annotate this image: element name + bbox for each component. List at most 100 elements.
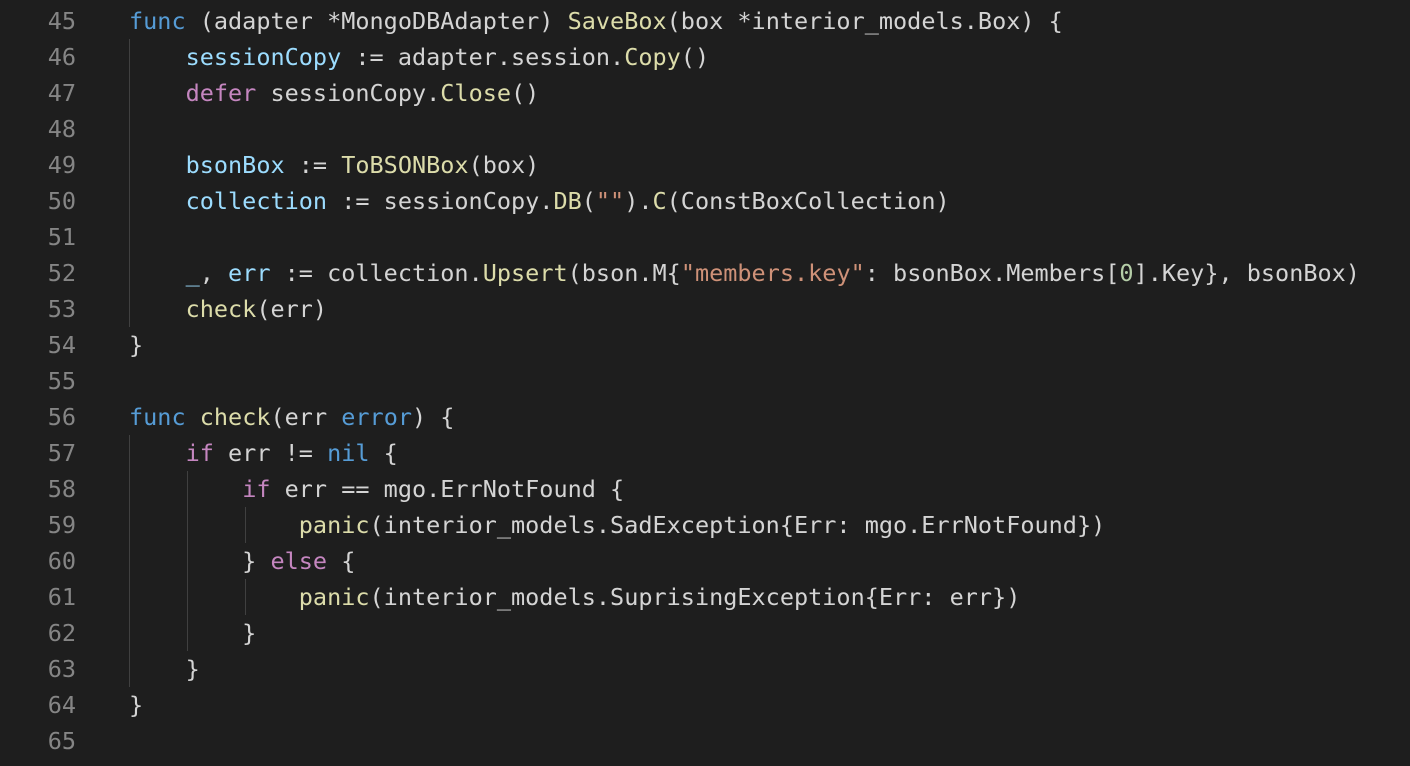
code-token: else [270, 547, 328, 575]
code-token: bsonBox [185, 151, 285, 179]
code-token: SaveBox [567, 7, 667, 35]
code-token: (box) [468, 151, 540, 179]
code-token: } [129, 547, 271, 575]
code-token: Copy [624, 43, 681, 71]
code-token: defer [185, 79, 257, 107]
code-token: (ConstBoxCollection) [666, 187, 950, 215]
code-line[interactable]: 55 [0, 363, 1410, 399]
code-line[interactable]: 51 [0, 219, 1410, 255]
line-number: 52 [47, 259, 76, 287]
line-number: 55 [47, 367, 76, 395]
line-number: 60 [47, 547, 76, 575]
code-text: } else { [129, 543, 355, 579]
code-line[interactable]: 52 _, err := collection.Upsert(bson.M{"m… [0, 255, 1410, 291]
code-token: (err [270, 403, 342, 431]
code-line[interactable]: 46 sessionCopy := adapter.session.Copy() [0, 39, 1410, 75]
code-token: (interior_models.SuprisingException{Err:… [369, 583, 1021, 611]
code-token: 0 [1119, 259, 1134, 287]
code-token: (interior_models.SadException{Err: mgo.E… [369, 511, 1106, 539]
code-token: := [284, 151, 342, 179]
code-text: collection := sessionCopy.DB("").C(Const… [129, 183, 950, 219]
code-token: ToBSONBox [341, 151, 469, 179]
code-token: ].Key}, bsonBox) [1133, 259, 1360, 287]
code-token: nil [327, 439, 370, 467]
code-text: sessionCopy := adapter.session.Copy() [129, 39, 710, 75]
code-line[interactable]: 45 func (adapter *MongoDBAdapter) SaveBox… [0, 3, 1410, 39]
line-number: 50 [47, 187, 76, 215]
code-line[interactable]: 65 [0, 723, 1410, 759]
line-number: 62 [47, 619, 76, 647]
code-token: } [129, 655, 200, 683]
code-line[interactable]: 59 panic(interior_models.SadException{Er… [0, 507, 1410, 543]
code-line[interactable]: 47 defer sessionCopy.Close() [0, 75, 1410, 111]
code-line[interactable]: 63 } [0, 651, 1410, 687]
code-token: : bsonBox.Members[ [864, 259, 1120, 287]
code-token: if [242, 475, 271, 503]
code-token: (adapter *MongoDBAdapter) [185, 7, 568, 35]
line-number: 61 [47, 583, 76, 611]
code-line[interactable]: 49 bsonBox := ToBSONBox(box) [0, 147, 1410, 183]
code-line[interactable]: 50 collection := sessionCopy.DB("").C(Co… [0, 183, 1410, 219]
line-number: 45 [47, 7, 76, 35]
code-token: err == mgo.ErrNotFound { [270, 475, 625, 503]
code-text: } [129, 687, 143, 723]
code-text: func check(err error) { [129, 399, 454, 435]
code-token: () [680, 43, 710, 71]
code-line[interactable]: 60 } else { [0, 543, 1410, 579]
line-number: 63 [47, 655, 76, 683]
code-token: DB [553, 187, 582, 215]
code-token: := sessionCopy. [327, 187, 554, 215]
code-token: func [129, 403, 186, 431]
code-token: (box *interior_models.Box) { [666, 7, 1063, 35]
line-number: 49 [47, 151, 76, 179]
code-token: , [199, 259, 229, 287]
code-token: (bson.M{ [567, 259, 681, 287]
line-number: 58 [47, 475, 76, 503]
code-text: } [129, 615, 256, 651]
code-line[interactable]: 54} [0, 327, 1410, 363]
code-token: _ [185, 259, 200, 287]
code-text: bsonBox := ToBSONBox(box) [129, 147, 540, 183]
code-text: check(err) [129, 291, 328, 327]
code-text: } [129, 651, 200, 687]
code-token: collection [185, 187, 328, 215]
line-number: 47 [47, 79, 76, 107]
code-token: ( [581, 187, 596, 215]
code-line[interactable]: 56 func check(err error) { [0, 399, 1410, 435]
code-editor[interactable]: 45 func (adapter *MongoDBAdapter) SaveBox… [0, 0, 1410, 766]
code-token: } [129, 619, 257, 647]
line-number: 56 [47, 403, 76, 431]
code-text: _, err := collection.Upsert(bson.M{"memb… [129, 255, 1360, 291]
code-line[interactable]: 62 } [0, 615, 1410, 651]
code-line[interactable]: 53 check(err) [0, 291, 1410, 327]
code-line[interactable]: 64} [0, 687, 1410, 723]
code-token: () [511, 79, 540, 107]
line-number: 59 [47, 511, 76, 539]
code-line[interactable]: 57 if err != nil { [0, 435, 1410, 471]
line-number: 46 [47, 43, 76, 71]
code-token: := adapter.session. [341, 43, 625, 71]
code-token: := collection. [270, 259, 483, 287]
code-token: sessionCopy [185, 43, 342, 71]
line-number: 51 [47, 223, 76, 251]
code-line[interactable]: 58 if err == mgo.ErrNotFound { [0, 471, 1410, 507]
code-token: panic [298, 583, 370, 611]
code-text: } [129, 327, 143, 363]
code-text: func (adapter *MongoDBAdapter) SaveBox(b… [129, 3, 1063, 39]
code-token: err [228, 259, 271, 287]
code-line[interactable]: 48 [0, 111, 1410, 147]
code-token: func [129, 7, 186, 35]
code-text: panic(interior_models.SadException{Err: … [129, 507, 1105, 543]
code-text: panic(interior_models.SuprisingException… [129, 579, 1021, 615]
code-token: } [129, 691, 144, 719]
code-line[interactable]: 61 panic(interior_models.SuprisingExcept… [0, 579, 1410, 615]
